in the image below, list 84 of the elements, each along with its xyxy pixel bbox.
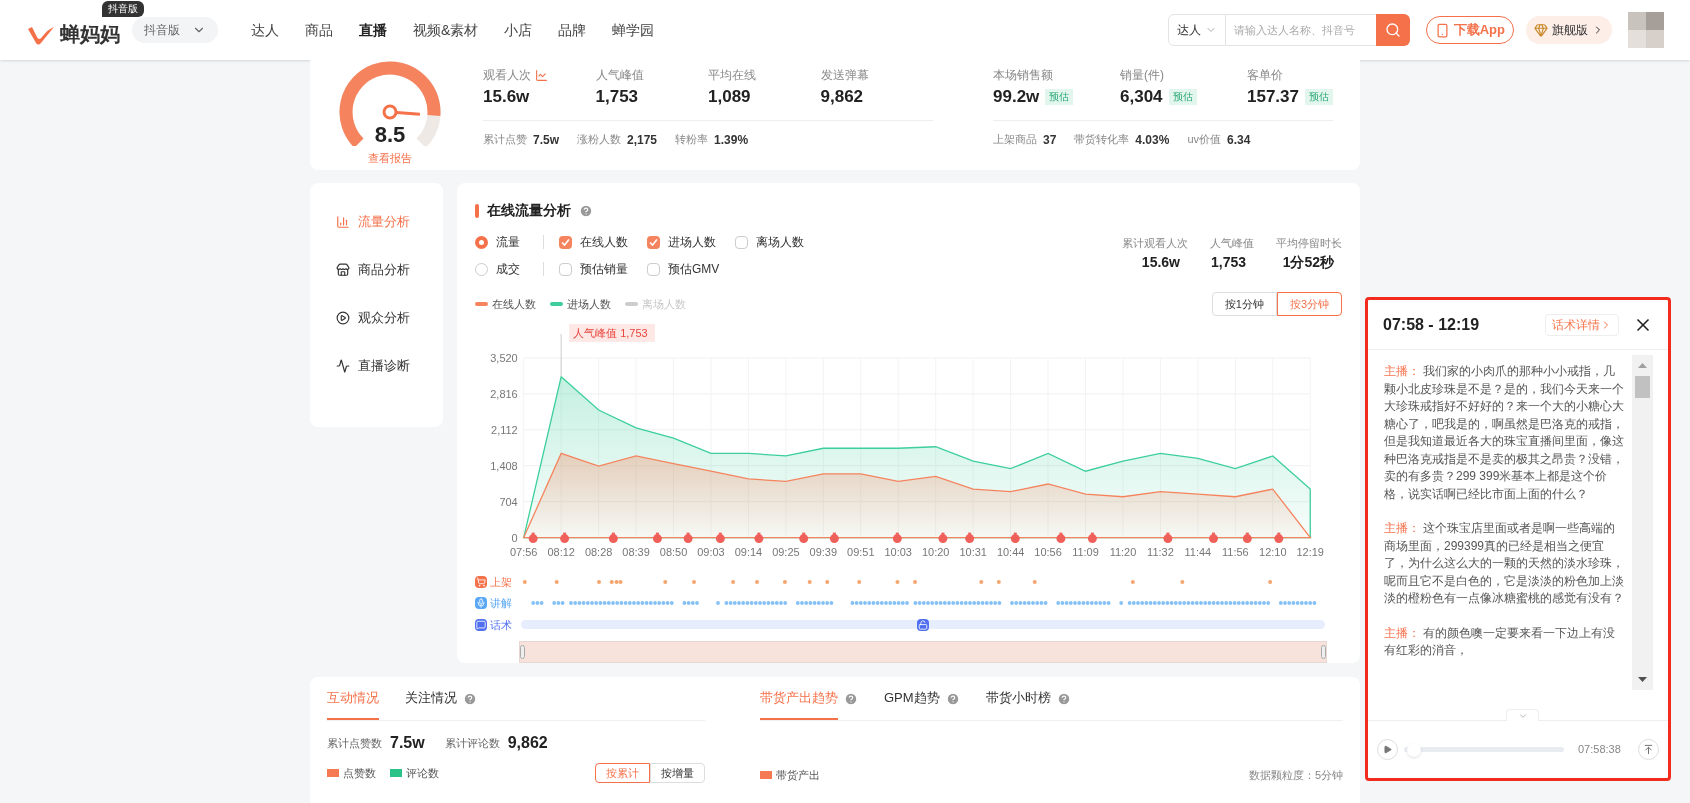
playback-time: 07:58:38 xyxy=(1578,742,1621,758)
x-axis-label: 08:39 xyxy=(622,545,650,558)
x-axis-label: 11:56 xyxy=(1222,545,1249,558)
x-axis-label: 12:10 xyxy=(1259,545,1287,558)
x-axis-label: 10:44 xyxy=(996,545,1025,558)
stat-label: 累计观看人次 xyxy=(1122,236,1188,251)
x-axis-label: 08:28 xyxy=(584,545,613,558)
y-axis-label: 704 xyxy=(499,495,518,508)
metric-label: 发送弹幕 xyxy=(820,67,869,84)
estimate-tag: 预估 xyxy=(1305,88,1333,105)
detail-label: uv价值 xyxy=(1187,132,1221,148)
estimate-tag: 预估 xyxy=(1168,88,1197,105)
detail-value: 2,175 xyxy=(627,131,658,149)
section-title: 在线流量分析 xyxy=(487,201,571,220)
total-label: 累计评论数 xyxy=(444,735,500,751)
metric-value: 157.37 xyxy=(1247,86,1299,108)
legend-label: 点赞数 xyxy=(343,765,376,781)
x-axis-label: 11:09 xyxy=(1072,545,1099,558)
y-axis-label: 3,520 xyxy=(490,351,518,364)
detail-label: 带货转化率 xyxy=(1074,132,1130,148)
detail-value: 37 xyxy=(1043,131,1057,149)
y-axis-label: 2,112 xyxy=(491,423,518,436)
x-axis-label: 11:20 xyxy=(1109,545,1137,558)
x-axis-label: 09:51 xyxy=(847,545,875,558)
total-value: 9,862 xyxy=(507,733,548,753)
granularity-note: 数据颗粒度：5分钟 xyxy=(1248,768,1343,783)
x-axis-label: 12:19 xyxy=(1296,545,1324,558)
metric-value: 1,089 xyxy=(708,86,752,108)
y-axis-label: 1,408 xyxy=(490,459,518,472)
brand-name: 蝉妈妈 xyxy=(60,22,120,47)
x-axis-label: 11:32 xyxy=(1147,545,1174,558)
y-axis-label: 2,816 xyxy=(490,387,518,400)
x-axis-label: 07:56 xyxy=(510,545,538,558)
x-axis-label: 10:20 xyxy=(922,545,950,558)
stat-value: 1,753 xyxy=(1210,252,1247,272)
x-axis-label: 09:03 xyxy=(697,545,725,558)
metric-label: 销量(件) xyxy=(1120,67,1165,84)
metric-value: 99.2w xyxy=(993,86,1040,108)
metric-label: 人气峰值 xyxy=(595,67,644,84)
estimate-tag: 预估 xyxy=(1045,88,1074,105)
metric-value: 6,304 xyxy=(1120,86,1163,108)
metric-label: 本场销售额 xyxy=(993,67,1054,84)
detail-label: 涨粉人数 xyxy=(577,132,621,148)
edition-badge: 抖音版 xyxy=(102,1,144,17)
x-axis-label: 10:56 xyxy=(1034,545,1062,558)
x-axis-label: 10:31 xyxy=(959,545,987,558)
detail-label: 转粉率 xyxy=(675,132,709,148)
x-axis-label: 09:25 xyxy=(772,545,800,558)
stat-label: 平均停留时长 xyxy=(1276,236,1342,251)
time-range-title: 07:58 - 12:19 xyxy=(1383,314,1480,335)
stat-value: 15.6w xyxy=(1141,252,1181,272)
legend-label: 评论数 xyxy=(406,765,439,781)
detail-label: 上架商品 xyxy=(993,132,1037,148)
track-label: 上架 xyxy=(490,574,512,590)
track-label: 话术 xyxy=(490,617,512,633)
metric-label: 客单价 xyxy=(1247,67,1284,84)
metric-label: 平均在线 xyxy=(708,67,756,84)
x-axis-label: 09:14 xyxy=(734,545,763,558)
detail-value: 6.34 xyxy=(1227,131,1251,149)
transcript-paragraph: 主播： 这个珠宝店里面或者是啊一些高端的商场里面，299399真的已经是相当之便宜了，为什么这么大的一颗的天然的淡水珍珠，呢而且它不是白色的，它是淡淡的粉色加上淡淡的橙粉色有一点像冰糖蜜桃的感觉有没有？ xyxy=(1384,520,1624,607)
metric-value: 9,862 xyxy=(820,86,865,108)
transcript-paragraph: 主播： 有的颜色噢一定要来看一下边上有没有红彩的消音， xyxy=(1384,624,1617,659)
track-label: 讲解 xyxy=(490,596,512,612)
metric-label: 观看人次 xyxy=(483,67,531,84)
x-axis-label: 11:44 xyxy=(1184,545,1212,558)
y-axis-label: 0 xyxy=(511,531,518,544)
x-axis-label: 10:03 xyxy=(884,545,912,558)
stat-label: 人气峰值 xyxy=(1210,236,1254,251)
detail-value: 4.03% xyxy=(1135,131,1170,149)
transcript-paragraph: 主播： 我们家的小肉爪的那种小小戒指，几颗小北皮珍珠是不是？是的，我们今天来一个大珍珠戒指好不好好的？来一个大的小糖心大糖心了，吧我是的，啊虽然是巴洛克的戒指，但是我知道最近各大的珠宝直播间里面，像这种巴洛克戒指是不是卖的极其之昂贵？没错，卖的有多贵？299 399米基本上都是这个价格，说实话啊已经比市面上面的什么？ xyxy=(1384,363,1624,503)
x-axis-label: 08:12 xyxy=(547,545,575,558)
metric-value: 15.6w xyxy=(483,86,531,108)
total-value: 7.5w xyxy=(390,733,425,753)
score-value: 8.5 xyxy=(374,124,406,146)
metric-value: 1,753 xyxy=(595,86,640,108)
total-label: 累计点赞数 xyxy=(327,735,382,751)
detail-value: 7.5w xyxy=(533,131,559,149)
x-axis-label: 08:50 xyxy=(659,545,688,558)
peak-label: 人气峰值 1,753 xyxy=(569,324,655,342)
legend-label: 带货产出 xyxy=(776,768,820,783)
x-axis-label: 09:39 xyxy=(809,545,838,558)
stat-value: 1分52秒 xyxy=(1282,252,1335,272)
detail-value: 1.39% xyxy=(714,131,749,149)
detail-label: 累计点赞 xyxy=(483,132,527,148)
